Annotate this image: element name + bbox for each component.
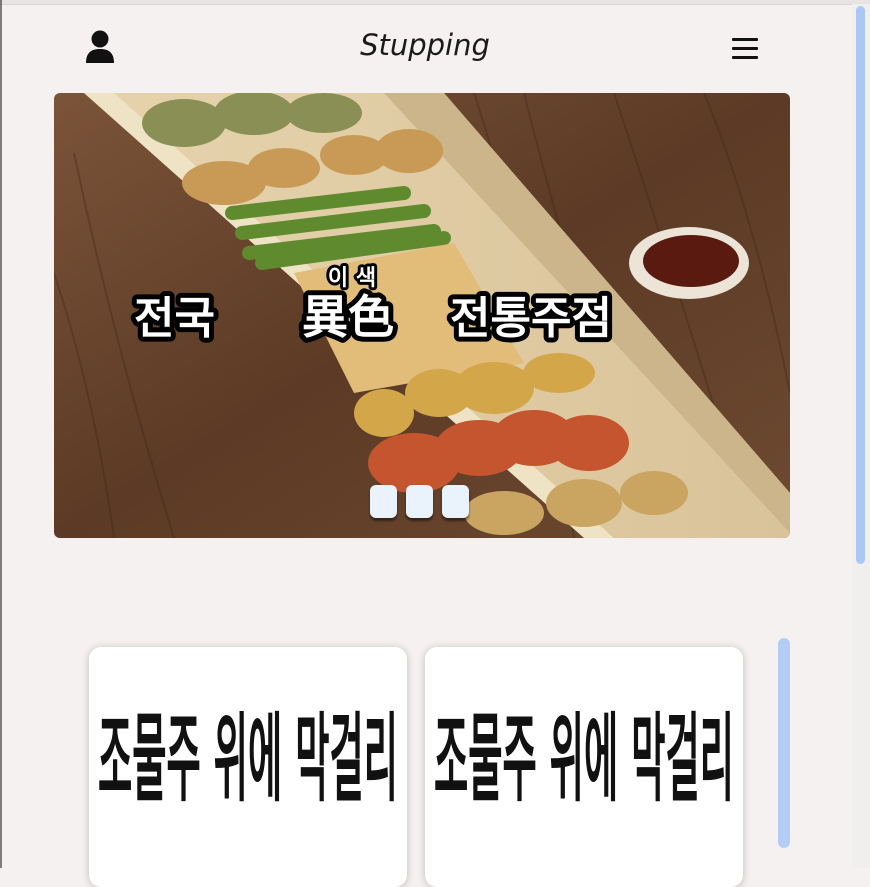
- product-label-art: 조물주 위에 막걸리: [434, 703, 734, 815]
- carousel-dot-1[interactable]: [370, 485, 397, 518]
- product-label: 조물주 위에 막걸리: [434, 703, 734, 815]
- hero-carousel[interactable]: 이 색 전국 異色 전통주점: [54, 93, 790, 538]
- product-card-2[interactable]: 조물주 위에 막걸리: [425, 647, 743, 887]
- brand-logo[interactable]: Stupping: [340, 28, 510, 62]
- carousel-indicators: [370, 485, 469, 518]
- product-card-1[interactable]: 조물주 위에 막걸리: [89, 647, 407, 887]
- hero-image: [54, 93, 790, 538]
- window-left-edge: [0, 0, 2, 868]
- product-list-scrollbar[interactable]: [778, 638, 790, 848]
- carousel-dot-3[interactable]: [442, 485, 469, 518]
- page-scrollbar-thumb[interactable]: [856, 6, 865, 564]
- site-header: Stupping: [0, 4, 852, 92]
- product-label: 조물주 위에 막걸리: [98, 703, 398, 815]
- hamburger-menu-icon[interactable]: [731, 36, 759, 60]
- carousel-dot-2[interactable]: [406, 485, 433, 518]
- user-icon[interactable]: [84, 30, 116, 64]
- product-label-art: 조물주 위에 막걸리: [98, 703, 398, 815]
